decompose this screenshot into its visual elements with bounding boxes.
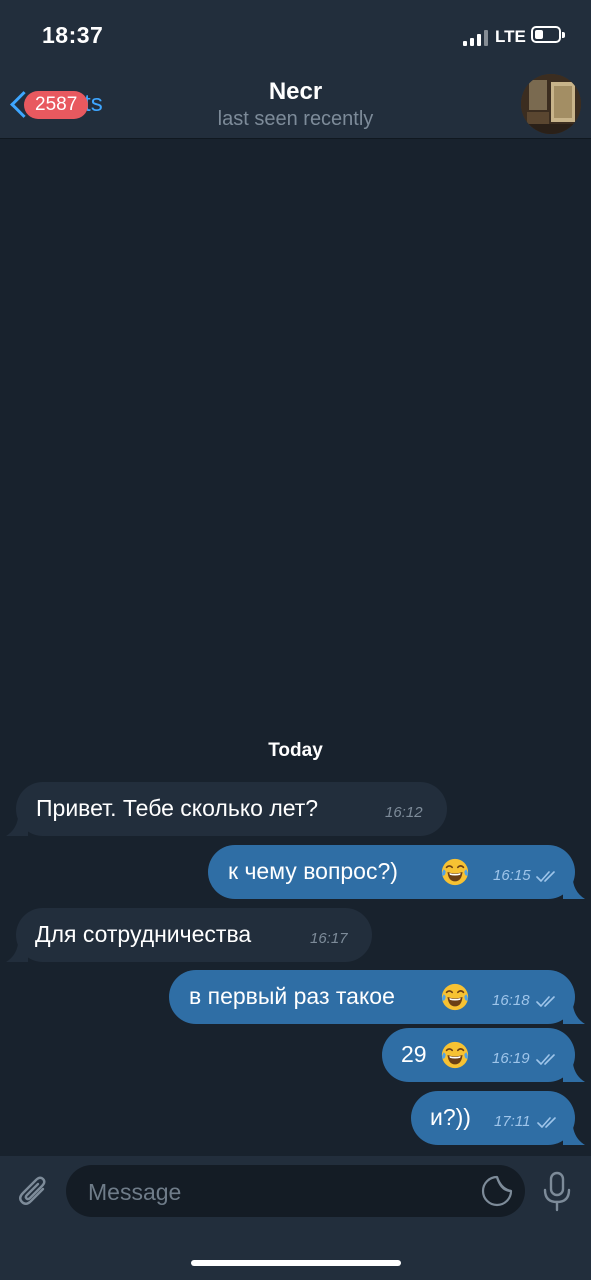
battery-icon	[531, 26, 565, 43]
bubble-tail	[563, 1064, 585, 1082]
tears-of-joy-emoji	[440, 1040, 470, 1070]
bubble-tail	[563, 1127, 585, 1145]
tears-of-joy-emoji	[440, 982, 470, 1012]
paperclip-icon[interactable]	[16, 1172, 52, 1212]
bubble-tail	[6, 944, 28, 962]
tears-of-joy-emoji	[440, 857, 470, 887]
message-time: 16:17	[310, 930, 348, 947]
date-separator: Today	[268, 740, 323, 761]
bubble-tail	[563, 881, 585, 899]
message-bubble-incoming[interactable]: Для сотрудничества 16:17	[6, 908, 372, 962]
message-text: в первый раз такое	[189, 983, 395, 1009]
microphone-icon[interactable]	[540, 1170, 574, 1214]
message-bubble-incoming[interactable]: Привет. Тебе сколько лет? 16:12	[6, 782, 447, 836]
message-text: Привет. Тебе сколько лет?	[36, 795, 319, 821]
message-text: и?))	[430, 1104, 471, 1130]
message-text: Для сотрудничества	[35, 921, 252, 947]
bubble-tail	[563, 1006, 585, 1024]
message-bubble-outgoing[interactable]: к чему вопрос?) 16:15	[208, 845, 585, 899]
chat-header: Chats 2587 Necr last seen recently	[0, 70, 591, 139]
message-input[interactable]	[86, 1165, 470, 1219]
sticker-icon[interactable]	[480, 1174, 514, 1208]
read-ticks-icon	[536, 870, 560, 884]
composer-bar	[0, 1156, 591, 1280]
read-ticks-icon	[537, 1116, 561, 1130]
contact-name[interactable]: Necr	[0, 78, 591, 106]
message-time: 17:11	[494, 1113, 531, 1130]
message-time: 16:18	[492, 992, 530, 1009]
network-label: LTE	[495, 27, 526, 46]
message-bubble-outgoing[interactable]: в первый раз такое 16:18	[169, 970, 585, 1024]
status-time: 18:37	[42, 22, 104, 48]
status-bar: 18:37 LTE	[0, 0, 591, 70]
message-time: 16:15	[493, 867, 531, 884]
message-time: 16:19	[492, 1050, 530, 1067]
message-text: 29	[401, 1041, 427, 1067]
message-time: 16:12	[385, 804, 423, 821]
read-ticks-icon	[536, 1053, 560, 1067]
message-text: к чему вопрос?)	[228, 858, 398, 884]
read-ticks-icon	[536, 995, 560, 1009]
message-bubble-outgoing[interactable]: 29 16:19	[382, 1028, 585, 1082]
message-bubble-outgoing[interactable]: и?)) 17:11	[411, 1091, 585, 1145]
contact-status: last seen recently	[217, 108, 374, 130]
signal-icon	[463, 30, 489, 46]
home-indicator	[191, 1260, 401, 1266]
bubble-tail	[6, 818, 28, 836]
avatar[interactable]	[521, 74, 581, 134]
message-field	[66, 1165, 525, 1219]
